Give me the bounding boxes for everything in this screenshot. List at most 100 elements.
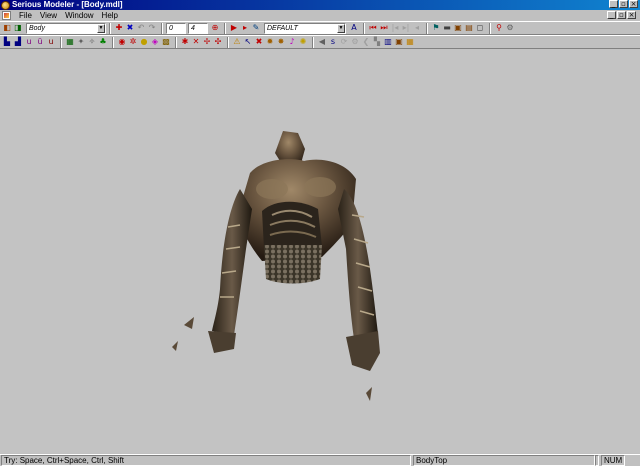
chevron-down-icon[interactable]: ▼ bbox=[97, 23, 105, 33]
title-bar: Serious Modeler - [Body.mdl] _ ▫ × bbox=[0, 0, 640, 10]
select-icon[interactable]: ↖ bbox=[243, 37, 253, 47]
toolbar-separator bbox=[489, 22, 491, 34]
shadow-icon[interactable]: ✖ bbox=[254, 37, 264, 47]
frame-target-icon[interactable]: ⊕ bbox=[210, 23, 220, 33]
mip-next-icon[interactable]: ↷ bbox=[147, 23, 157, 33]
tool-icon[interactable]: ⚙ bbox=[505, 23, 515, 33]
sparkle-icon[interactable]: ✧ bbox=[87, 37, 97, 47]
gear-alt-icon[interactable]: ✸ bbox=[276, 37, 286, 47]
last-frame-icon[interactable]: ⏭ bbox=[379, 23, 389, 33]
status-surface: BodyTop bbox=[413, 455, 595, 466]
patch-icon[interactable]: ✢ bbox=[202, 37, 212, 47]
refresh-icon[interactable]: ⟳ bbox=[339, 37, 349, 47]
document-window-controls: _ ▫ × bbox=[607, 11, 636, 19]
remove-mip-icon[interactable]: ✖ bbox=[125, 23, 135, 33]
arrow-left-icon[interactable]: ❮ bbox=[361, 37, 371, 47]
image-icon[interactable]: ▣ bbox=[394, 37, 404, 47]
toolbar-separator bbox=[161, 22, 163, 34]
model-right-hand bbox=[346, 331, 380, 371]
reflection-icon[interactable]: ✱ bbox=[180, 37, 190, 47]
window-controls: _ ▫ × bbox=[609, 0, 638, 8]
frame-icon[interactable]: ◻ bbox=[475, 23, 485, 33]
doc-minimize-icon[interactable]: _ bbox=[607, 11, 616, 19]
document-icon[interactable] bbox=[2, 11, 11, 20]
texture-icon[interactable]: ▤ bbox=[464, 23, 474, 33]
toolbar-separator bbox=[109, 22, 111, 34]
bump-icon[interactable]: ▩ bbox=[161, 37, 171, 47]
anim-properties-icon[interactable]: ✎ bbox=[251, 23, 261, 33]
wire-icon[interactable]: u bbox=[46, 37, 56, 47]
chevron-down-icon[interactable]: ▼ bbox=[337, 23, 345, 33]
back-icon[interactable]: ◀ bbox=[317, 37, 327, 47]
toolbar-separator bbox=[227, 36, 229, 48]
frame-end-field[interactable]: 4 bbox=[188, 22, 208, 34]
model-abdomen bbox=[264, 245, 322, 284]
doc-restore-icon[interactable]: ▫ bbox=[617, 11, 626, 19]
next-mip-icon[interactable]: ◨ bbox=[13, 23, 23, 33]
toolbar-main: ◧ ◨ Body ▼ ✚ ✖ ↶ ↷ 0 4 ⊕ ▶ ▸ ✎ DEFAULT ▼… bbox=[0, 21, 640, 35]
settings-icon[interactable]: ⚙ bbox=[350, 37, 360, 47]
toolbar-separator bbox=[426, 22, 428, 34]
background-icon[interactable]: ▣ bbox=[453, 23, 463, 33]
sound-icon[interactable]: ♪ bbox=[287, 37, 297, 47]
model-render bbox=[172, 131, 380, 401]
model-fragment bbox=[184, 317, 194, 329]
warning-icon[interactable]: ⚠ bbox=[232, 37, 242, 47]
menu-view[interactable]: View bbox=[36, 10, 61, 21]
flare-icon[interactable]: ✺ bbox=[298, 37, 308, 47]
model-left-hand bbox=[208, 331, 236, 353]
status-bar: Try: Space, Ctrl+Space, Ctrl, Shift Body… bbox=[0, 454, 640, 466]
prev-frame-icon[interactable]: |◂ bbox=[390, 23, 400, 33]
minimize-icon[interactable]: _ bbox=[609, 0, 618, 8]
doc-close-icon[interactable]: × bbox=[627, 11, 636, 19]
fragment-icon[interactable]: ▚ bbox=[372, 37, 382, 47]
slider-icon[interactable]: ▥ bbox=[383, 37, 393, 47]
next-frame-icon[interactable]: ▸| bbox=[401, 23, 411, 33]
mip-prev-icon[interactable]: ↶ bbox=[136, 23, 146, 33]
surface-red-icon[interactable]: ◉ bbox=[117, 37, 127, 47]
toolbar-separator bbox=[175, 36, 177, 48]
attachment-icon[interactable]: ⚑ bbox=[431, 23, 441, 33]
restore-icon[interactable]: ▫ bbox=[619, 0, 628, 8]
toolbar-separator bbox=[224, 22, 226, 34]
step-frame-icon[interactable]: ◂ bbox=[412, 23, 422, 33]
texture-off-icon[interactable]: ü bbox=[35, 37, 45, 47]
axis-icon[interactable]: ✣ bbox=[213, 37, 223, 47]
menu-help[interactable]: Help bbox=[98, 10, 122, 21]
app-icon[interactable] bbox=[1, 0, 10, 10]
map-icon[interactable]: ▦ bbox=[65, 37, 75, 47]
palette-icon[interactable]: ● bbox=[139, 37, 149, 47]
collision-icon[interactable]: ✕ bbox=[191, 37, 201, 47]
menu-file[interactable]: File bbox=[15, 10, 36, 21]
first-frame-icon[interactable]: ⏮ bbox=[368, 23, 378, 33]
s-icon[interactable]: s bbox=[328, 37, 338, 47]
star-icon[interactable]: ✦ bbox=[76, 37, 86, 47]
gear-icon[interactable]: ✹ bbox=[265, 37, 275, 47]
surface-color-icon[interactable]: ✲ bbox=[128, 37, 138, 47]
play-once-icon[interactable]: ▸ bbox=[240, 23, 250, 33]
close-icon[interactable]: × bbox=[629, 0, 638, 8]
grid-icon[interactable]: ▦ bbox=[405, 37, 415, 47]
menu-window[interactable]: Window bbox=[61, 10, 97, 21]
status-empty bbox=[595, 455, 599, 466]
status-hint: Try: Space, Ctrl+Space, Ctrl, Shift bbox=[1, 455, 411, 466]
specular-icon[interactable]: ◈ bbox=[150, 37, 160, 47]
toolbar-separator bbox=[363, 22, 365, 34]
menu-bar: File View Window Help _ ▫ × bbox=[0, 10, 640, 21]
texture-on-icon[interactable]: u bbox=[24, 37, 34, 47]
anim-add-icon[interactable]: A bbox=[349, 23, 359, 33]
model-viewport[interactable] bbox=[0, 49, 640, 453]
toolbar-separator bbox=[112, 36, 114, 48]
render-shade-icon[interactable]: ▟ bbox=[13, 37, 23, 47]
tree-icon[interactable]: ♣ bbox=[98, 37, 108, 47]
add-mip-icon[interactable]: ✚ bbox=[114, 23, 124, 33]
frame-start-field[interactable]: 0 bbox=[166, 22, 186, 34]
render-mode-icon[interactable]: ▙ bbox=[2, 37, 12, 47]
pin-icon[interactable]: ⚲ bbox=[494, 23, 504, 33]
prev-mip-icon[interactable]: ◧ bbox=[2, 23, 12, 33]
play-icon[interactable]: ▶ bbox=[229, 23, 239, 33]
mip-model-combo[interactable]: Body ▼ bbox=[26, 22, 106, 34]
light-icon[interactable]: ▬ bbox=[442, 23, 452, 33]
animation-combo[interactable]: DEFAULT ▼ bbox=[264, 22, 346, 34]
window-title: Serious Modeler - [Body.mdl] bbox=[12, 0, 123, 9]
